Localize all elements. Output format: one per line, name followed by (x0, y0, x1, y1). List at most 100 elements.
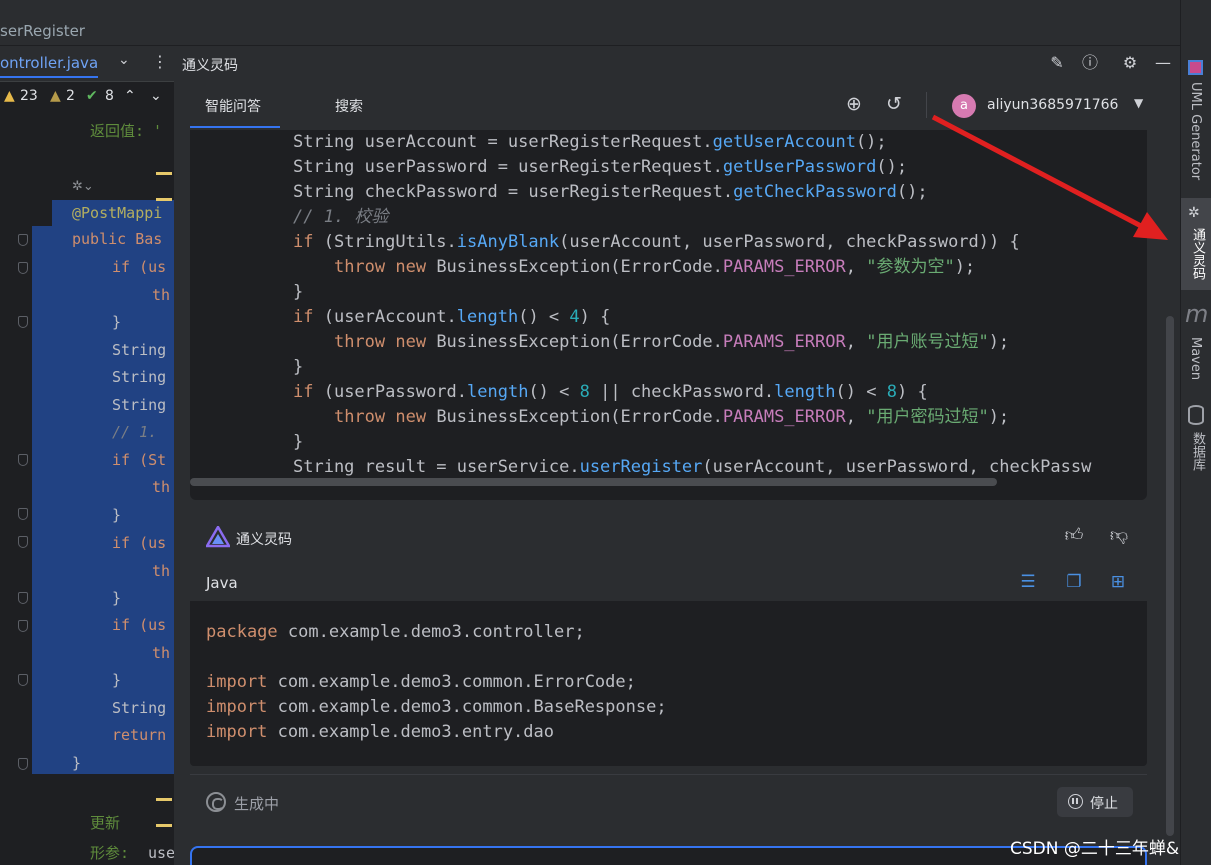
fold-marker-icon[interactable] (18, 234, 28, 246)
code-token: (); (896, 182, 928, 202)
loading-spinner-icon (206, 792, 226, 812)
code-token: BusinessException(ErrorCode. (436, 332, 723, 352)
selection-highlight (32, 226, 174, 774)
code-line: } (112, 589, 122, 607)
history-icon[interactable]: ↺ (883, 93, 905, 115)
chevron-down-icon[interactable]: ▼ (1134, 96, 1143, 110)
more-icon[interactable]: ⋮ (152, 52, 168, 71)
code-token: import (206, 722, 278, 742)
code-token: 8 (579, 382, 590, 402)
code-token: PARAMS_ERROR (722, 257, 846, 277)
fold-marker-icon[interactable] (18, 758, 28, 770)
code-token: if (293, 307, 324, 327)
chat-input[interactable] (190, 846, 1147, 865)
vertical-scrollbar[interactable] (1166, 316, 1174, 836)
editor-gutter (0, 108, 32, 865)
fold-marker-icon[interactable] (18, 316, 28, 328)
tool-tongyi[interactable]: 通义灵码 (1188, 228, 1207, 280)
tool-database[interactable]: 数据库 (1188, 432, 1207, 471)
code-token: () < (528, 382, 580, 402)
fold-marker-icon[interactable] (18, 674, 28, 686)
uml-icon[interactable] (1188, 60, 1203, 75)
new-file-icon[interactable]: ⊞ (1106, 570, 1130, 594)
editor-file-tab[interactable]: ontroller.java ⌄ ⋮ (0, 46, 174, 82)
insert-code-icon[interactable]: ☰ (1016, 570, 1040, 594)
code-token: throw new (333, 332, 437, 352)
doc-return: 返回值: ' (90, 122, 163, 140)
breadcrumb[interactable]: serRegister (0, 18, 1180, 46)
code-token: , (845, 407, 867, 427)
database-icon[interactable] (1188, 405, 1204, 425)
code-token: 4 (569, 307, 580, 327)
thumbs-up-icon[interactable]: 👍︎ (1062, 524, 1086, 548)
stop-button[interactable]: 停止 (1057, 787, 1133, 817)
tongyi-tool-window[interactable]: 通义灵码 ✎ ⓘ ⚙ — 智能问答 搜索 ⊕ ↺ a aliyun3685971… (174, 46, 1180, 865)
code-token: PARAMS_ERROR (722, 407, 846, 427)
code-line: th (152, 644, 171, 662)
doc-param: 形参: (90, 844, 130, 862)
generated-code-block[interactable]: Java ☰ ❐ ⊞ package com.example.demo3.con… (190, 562, 1147, 766)
tool-maven[interactable]: Maven (1188, 337, 1203, 380)
code-line: throw new BusinessException(ErrorCode.PA… (293, 330, 1009, 355)
code-token: } (293, 357, 304, 377)
gear-icon[interactable]: ⚙ (1119, 52, 1141, 74)
code-line: String (112, 341, 167, 359)
thumbs-down-icon[interactable]: 👎︎ (1107, 524, 1131, 548)
code-line: if (St (112, 451, 167, 469)
code-token: getUserAccount (712, 132, 856, 152)
fold-marker-icon[interactable] (18, 454, 28, 466)
horizontal-scrollbar[interactable] (190, 478, 997, 486)
fold-marker-icon[interactable] (18, 508, 28, 520)
context-code-block[interactable]: String userAccount = userRegisterRequest… (190, 130, 1147, 500)
fold-marker-icon[interactable] (18, 262, 28, 274)
file-tab-name[interactable]: ontroller.java (0, 54, 99, 78)
fold-marker-icon[interactable] (18, 620, 28, 632)
code-line: } (112, 671, 122, 689)
chevron-down-icon[interactable]: ⌄ (118, 52, 130, 68)
code-line: throw new BusinessException(ErrorCode.PA… (293, 405, 1009, 430)
prev-highlight-icon[interactable]: ⌃ (124, 88, 136, 104)
next-highlight-icon[interactable]: ⌄ (150, 88, 162, 104)
help-icon[interactable]: ⓘ (1079, 52, 1101, 74)
code-token: (); (876, 157, 908, 177)
response-header: 通义灵码 👍︎ 👎︎ (190, 514, 1147, 560)
warning-count: 23 (20, 88, 38, 104)
top-toolbar-strip (0, 0, 1180, 18)
code-token: String checkPassword = userRegisterReque… (293, 182, 734, 202)
code-line: String (112, 396, 167, 414)
code-line: String userPassword = userRegisterReques… (293, 155, 907, 180)
code-line: // 1. 校验 (293, 205, 388, 230)
new-chat-icon[interactable]: ⊕ (843, 93, 865, 115)
avatar[interactable]: a (952, 94, 976, 118)
tongyi-icon[interactable]: ✲ (1188, 205, 1200, 221)
code-token: (userAccount, userPassword, checkPassw (702, 457, 1092, 477)
user-name[interactable]: aliyun3685971766 (987, 97, 1118, 113)
fold-marker-icon[interactable] (18, 536, 28, 548)
fold-marker-icon[interactable] (18, 592, 28, 604)
copy-icon[interactable]: ❐ (1062, 570, 1086, 594)
tab-search[interactable]: 搜索 (335, 96, 363, 116)
edit-icon[interactable]: ✎ (1046, 52, 1068, 74)
ai-action-icon[interactable]: ✲⌄ (72, 174, 94, 200)
code-line: if (us (112, 616, 167, 634)
code-editor[interactable]: ontroller.java ⌄ ⋮ ▲ 23 ▲ 2 ✔ 8 ⌃ ⌄ 返回值:… (0, 46, 174, 865)
code-line: String result = userService.userRegister… (293, 455, 1091, 480)
ok-count: 8 (105, 88, 114, 104)
code-annotation: @PostMappi (72, 204, 163, 222)
code-line: String (112, 368, 167, 386)
minimize-icon[interactable]: — (1152, 52, 1174, 74)
maven-icon[interactable]: m (1185, 300, 1208, 328)
tool-uml-generator[interactable]: UML Generator (1188, 82, 1203, 180)
code-token: if (293, 232, 324, 252)
code-token: getUserPassword (722, 157, 877, 177)
code-line: if (userPassword.length() < 8 || checkPa… (293, 380, 928, 405)
change-marker (156, 198, 172, 201)
code-line: } (293, 355, 303, 380)
code-token: , (845, 257, 867, 277)
code-token: ); (988, 332, 1010, 352)
code-token: (StringUtils. (323, 232, 457, 252)
tab-smart-qa[interactable]: 智能问答 (205, 96, 261, 116)
code-token: String result = userService. (293, 457, 580, 477)
